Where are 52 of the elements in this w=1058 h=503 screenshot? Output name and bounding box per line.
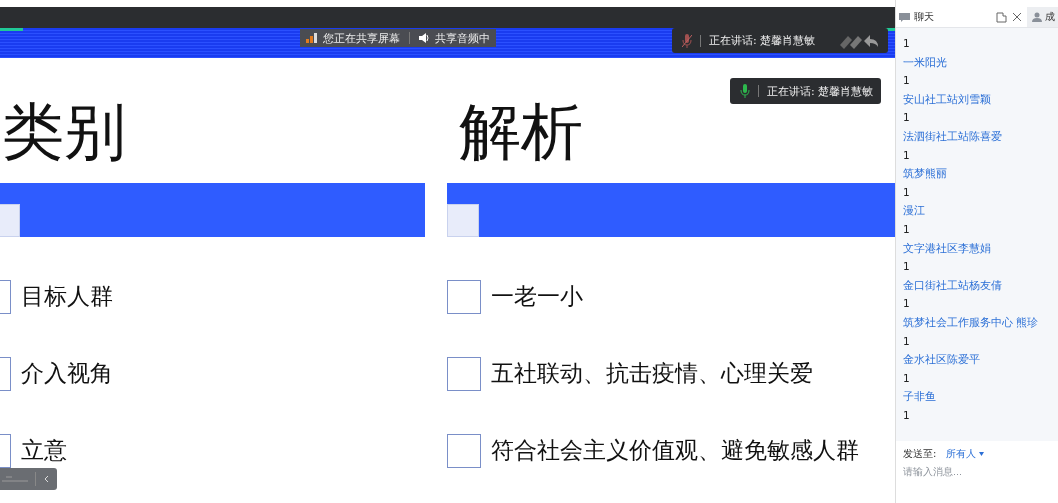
sender-name[interactable]: 文字港社区李慧娟 bbox=[903, 238, 1052, 258]
sender-name[interactable]: 筑梦熊丽 bbox=[903, 164, 1052, 183]
sender-name[interactable]: 一米阳光 bbox=[903, 52, 1052, 72]
sender-name[interactable]: 漫江 bbox=[903, 201, 1052, 220]
pen-icon bbox=[2, 475, 28, 483]
sender-name[interactable]: 金水社区陈爱平 bbox=[903, 350, 1052, 369]
message-text: 1 bbox=[903, 370, 911, 386]
checkbox-square bbox=[447, 433, 481, 468]
checkbox-square bbox=[447, 356, 481, 391]
message-text: 1 bbox=[903, 73, 911, 89]
sender-name[interactable]: 法泗街社工站陈喜爱 bbox=[903, 126, 1052, 146]
message-text: 1 bbox=[903, 221, 911, 237]
message-text: 1 bbox=[903, 110, 911, 126]
message-text: 1 bbox=[903, 333, 911, 349]
sender-name[interactable]: 金口街社工站杨友倩 bbox=[903, 275, 1052, 295]
message-text: 1 bbox=[903, 36, 911, 51]
message-text: 1 bbox=[903, 147, 911, 163]
caret-icon bbox=[979, 452, 985, 456]
send-to-label: 发送至: bbox=[903, 447, 937, 461]
chat-title: 聊天 bbox=[914, 10, 934, 24]
share-status: 您正在共享屏幕 bbox=[323, 30, 400, 46]
recipient-dropdown[interactable]: 所有人 bbox=[946, 447, 985, 461]
slide-item: 目标人群 bbox=[21, 282, 113, 311]
square-icon bbox=[447, 204, 479, 237]
slide-item: 立意 bbox=[21, 436, 67, 465]
signal-bars-icon bbox=[306, 33, 318, 43]
speaker-name: 正在讲话: 楚馨肖慧敏 bbox=[767, 83, 874, 99]
close-icon[interactable] bbox=[1012, 12, 1022, 22]
person-icon bbox=[1032, 12, 1042, 22]
chat-tab[interactable]: 聊天 bbox=[896, 10, 991, 24]
slide-item: 一老一小 bbox=[491, 282, 583, 311]
speaker-icon bbox=[419, 33, 430, 43]
slide-item: 符合社会主义价值观、避免敏感人群 bbox=[491, 436, 859, 465]
pop-out-icon[interactable] bbox=[996, 11, 1007, 23]
slide-item: 介入视角 bbox=[21, 359, 113, 388]
message-text: 1 bbox=[903, 296, 911, 312]
audio-status: 共享音频中 bbox=[435, 30, 490, 46]
slide-heading: 解析 bbox=[458, 96, 584, 170]
message-text: 1 bbox=[903, 259, 911, 275]
collapse-icon[interactable] bbox=[43, 475, 49, 483]
members-tab[interactable]: 成 bbox=[1027, 7, 1058, 27]
chat-icon bbox=[899, 12, 910, 22]
message-text: 1 bbox=[903, 184, 911, 200]
slide-heading: 类别 bbox=[1, 96, 127, 170]
speaker-name: 正在讲话: 楚馨肖慧敏 bbox=[709, 33, 816, 48]
message-input[interactable]: 请输入消息... bbox=[903, 466, 1043, 477]
sender-name[interactable]: 子非鱼 bbox=[903, 387, 1052, 406]
slide-item: 五社联动、抗击疫情、心理关爱 bbox=[491, 359, 813, 388]
sender-name[interactable]: 筑梦社会工作服务中心 熊珍 bbox=[903, 312, 1052, 332]
sender-name[interactable]: 安山社工站刘雪颖 bbox=[903, 89, 1052, 109]
checkbox-square bbox=[447, 279, 481, 314]
message-text: 1 bbox=[903, 407, 911, 423]
